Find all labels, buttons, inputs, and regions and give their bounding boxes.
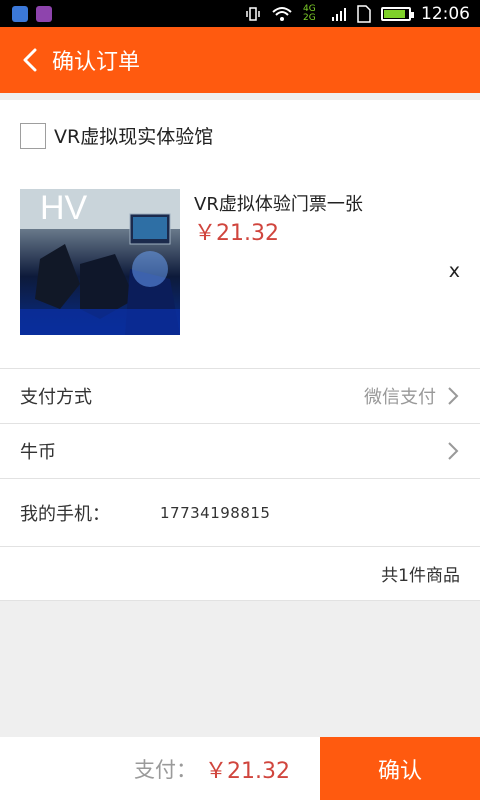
product-title: VR虚拟体验门票一张 [194,194,363,215]
top-bar: 确认订单 [0,27,480,93]
checkout-bar: 支付： ￥21.32 确认 [0,737,480,800]
shop-checkbox[interactable] [20,122,46,149]
wifi-icon [272,6,292,21]
item-count: 共1件商品 [381,566,460,586]
battery-icon [381,6,414,21]
shop-header: VR虚拟现实体验馆 [20,122,213,149]
pay-label: 支付： [134,757,198,782]
coins-label: 牛币 [20,441,56,463]
shop-name: VR虚拟现实体验馆 [54,126,214,148]
remove-item-button[interactable]: x [449,260,460,282]
product-image: HV [20,189,180,335]
status-bar: 4G 2G 12:06 [0,0,480,27]
payment-method-row[interactable]: 支付方式 微信支付 [0,368,480,422]
signal-icon [332,7,346,21]
chevron-left-icon [23,48,37,72]
svg-text:HV: HV [40,189,88,227]
back-button[interactable] [0,27,60,93]
page-title: 确认订单 [52,50,141,75]
confirm-button[interactable]: 确认 [320,737,480,800]
order-content: VR虚拟现实体验馆 HV VR虚拟体验门票一张 ￥21.32 x 支付方式 微信… [0,100,480,601]
payment-method-label: 支付方式 [20,386,92,408]
network-type-label: 4G 2G [303,3,316,23]
phone-value: 17734198815 [160,503,271,522]
sim-icon [357,4,371,23]
phone-label: 我的手机： [20,503,110,525]
payment-method-value: 微信支付 [364,386,436,408]
clock: 12:06 [421,3,470,24]
vibrate-icon [246,6,260,21]
chevron-right-icon [448,441,459,460]
phone-row: 我的手机： 17734198815 [0,478,480,546]
item-count-row: 共1件商品 [0,546,480,600]
app-photo-icon [36,5,52,22]
pay-amount: ￥21.32 [205,758,290,784]
coins-row[interactable]: 牛币 [0,423,480,477]
app-shield-icon [12,5,28,22]
product-price: ￥21.32 [194,221,279,246]
chevron-right-icon [448,386,459,405]
